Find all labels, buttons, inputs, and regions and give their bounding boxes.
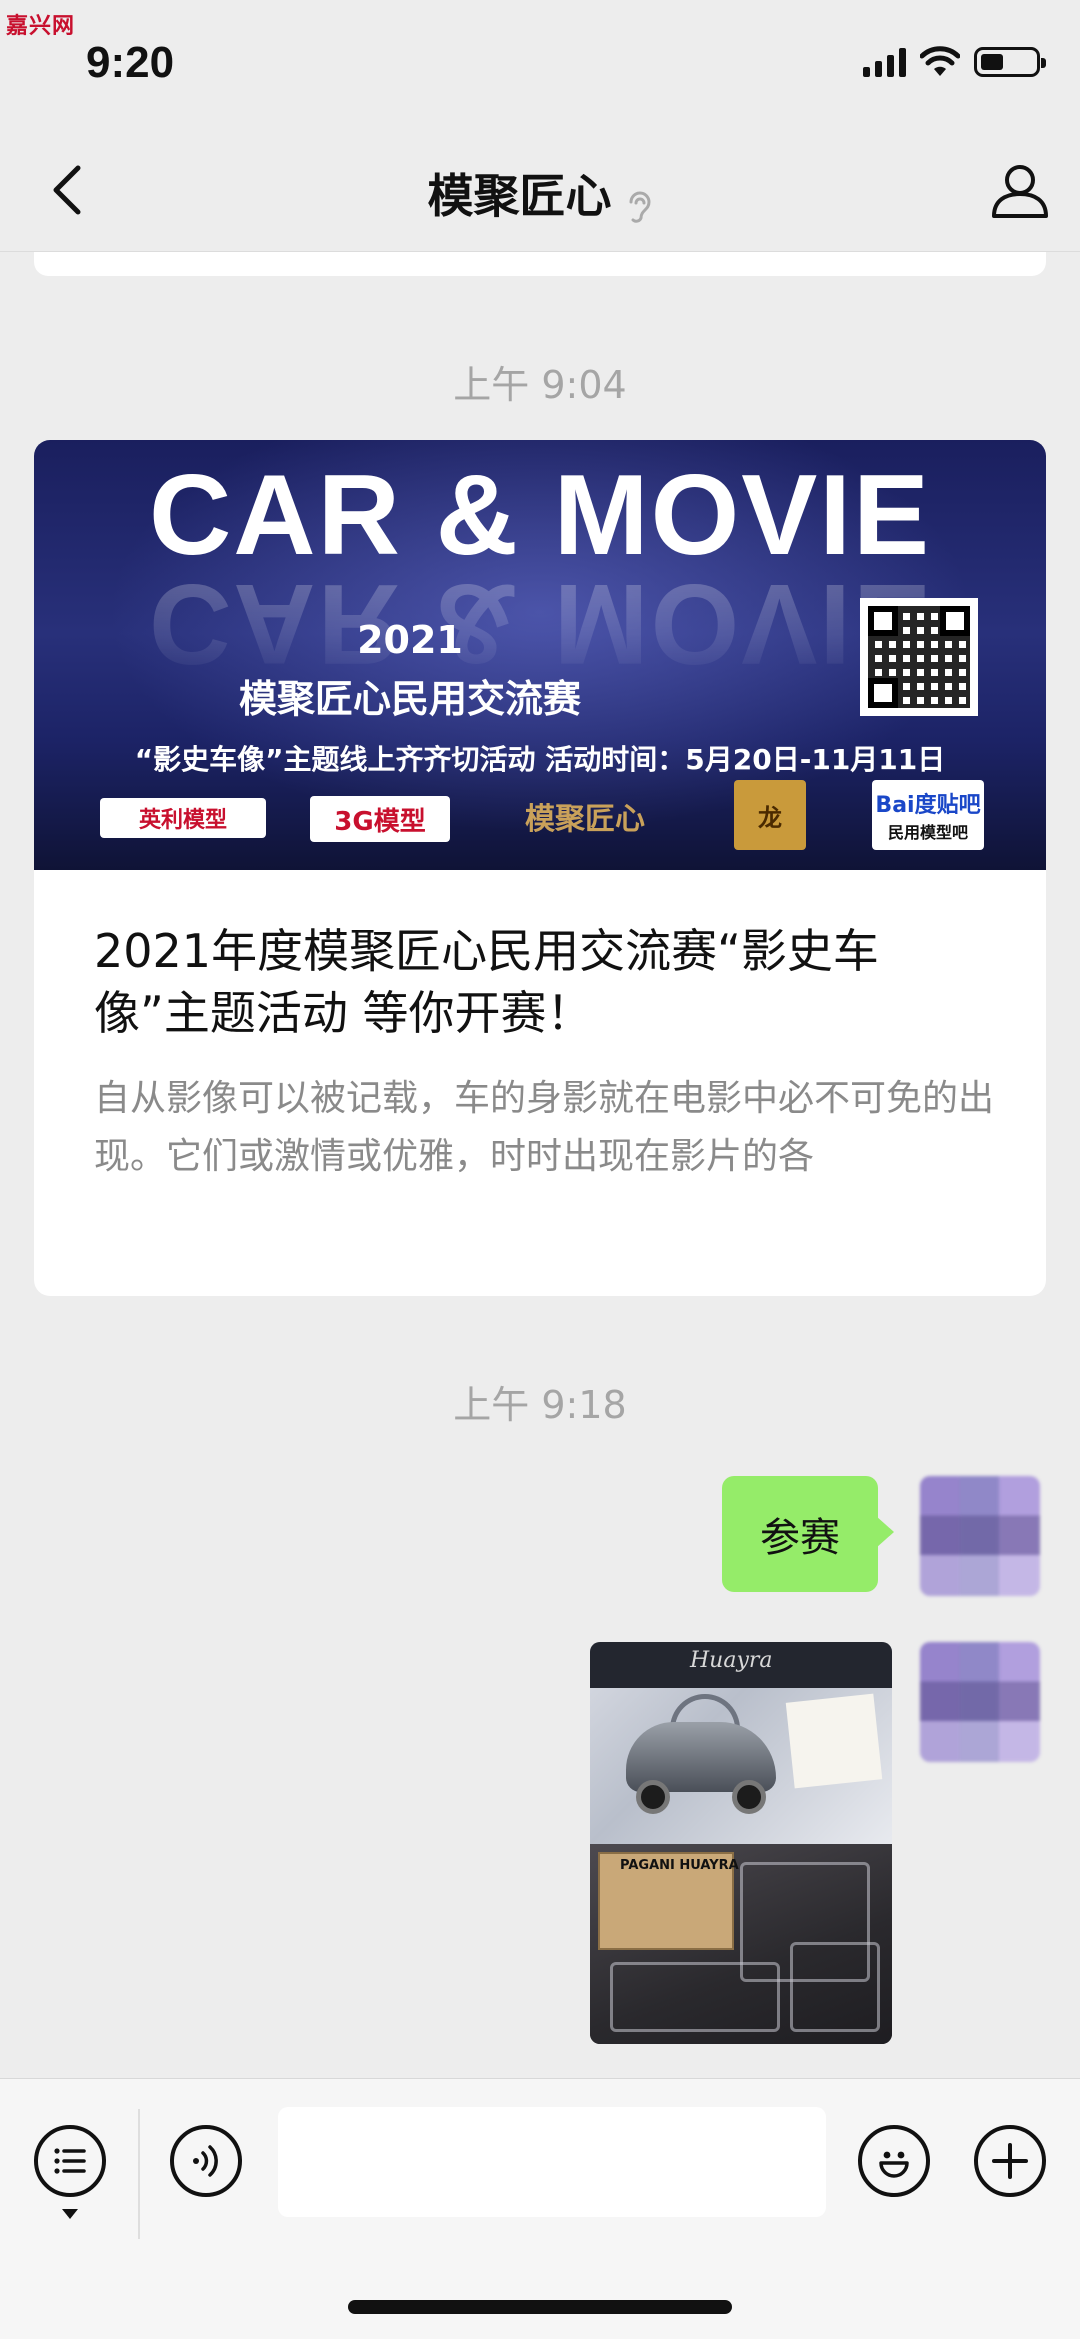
article-card[interactable]: CAR & MOVIE CAR & MOVIE 2021 模聚匠心民用交流赛 “… <box>34 440 1046 1296</box>
previous-article-card[interactable] <box>34 252 1046 276</box>
home-indicator <box>348 2300 732 2314</box>
chat-info-button[interactable] <box>988 158 1052 222</box>
manual-label: PAGANI HUAYRA <box>620 1858 739 1873</box>
message-text: 参赛 <box>760 1515 840 1561</box>
sponsor-logo: 3G模型 <box>310 796 450 842</box>
input-divider <box>138 2109 140 2239</box>
wifi-icon <box>920 46 960 76</box>
status-time: 9:20 <box>86 38 175 87</box>
sponsor-logo: 龙 <box>734 780 806 850</box>
message-timestamp: 上午 9:18 <box>453 1383 627 1427</box>
banner-subtitle: 模聚匠心民用交流赛 <box>238 677 581 721</box>
sent-image-message[interactable]: Huayra PAGANI HUAYRA <box>590 1642 892 2044</box>
voice-input-button[interactable] <box>170 2125 242 2197</box>
chat-header: 模聚匠心 <box>0 130 1080 252</box>
handwritten-note <box>785 1693 883 1789</box>
self-avatar[interactable] <box>920 1642 1040 1762</box>
sponsor-logos: 英利模型 3G模型 模聚匠心 龙 Bai度贴吧 民用模型吧 <box>34 780 1046 860</box>
sponsor-logo: Bai度贴吧 民用模型吧 <box>872 780 984 850</box>
box-brand-text: Huayra <box>690 1648 773 1673</box>
article-banner-image: CAR & MOVIE CAR & MOVIE 2021 模聚匠心民用交流赛 “… <box>34 440 1046 870</box>
article-summary: 自从影像可以被记载，车的身影就在电影中必不可免的出现。它们或激情或优雅，时时出现… <box>94 1078 995 1177</box>
self-avatar[interactable] <box>920 1476 1040 1596</box>
banner-activity-text: “影史车像”主题线上齐齐切活动 活动时间：5月20日-11月11日 <box>134 743 946 776</box>
list-menu-icon <box>54 2148 86 2174</box>
chat-title: 模聚匠心 <box>427 169 612 223</box>
message-input[interactable] <box>278 2107 826 2217</box>
voice-icon <box>193 2145 218 2177</box>
emoji-button[interactable] <box>858 2125 930 2197</box>
article-title: 2021年度模聚匠心民用交流赛“影史车像”主题活动 等你开赛！ <box>94 924 879 1040</box>
person-icon <box>992 165 1048 218</box>
chat-title-area: 模聚匠心 <box>0 160 1080 228</box>
signal-icon <box>863 47 906 77</box>
smiley-icon <box>879 2151 909 2178</box>
sponsor-logo-name: Bai度贴吧 <box>875 793 981 818</box>
qr-code-icon <box>860 598 978 716</box>
battery-icon <box>974 47 1046 77</box>
status-icons <box>863 46 1046 78</box>
sent-message-bubble[interactable]: 参赛 <box>722 1476 894 1592</box>
sponsor-logo: 英利模型 <box>100 798 266 838</box>
more-actions-button[interactable] <box>974 2125 1046 2197</box>
menu-toggle-button[interactable] <box>34 2125 106 2197</box>
status-bar: 嘉兴网 9:20 <box>0 0 1080 130</box>
ear-icon <box>629 191 651 223</box>
plus-icon <box>992 2143 1028 2179</box>
message-timestamp: 上午 9:04 <box>453 363 627 407</box>
caret-down-icon <box>62 2209 78 2219</box>
sponsor-logo-sub: 民用模型吧 <box>887 823 968 842</box>
banner-year: 2021 <box>357 618 463 662</box>
watermark-logo: 嘉兴网 <box>6 14 76 39</box>
sponsor-logo: 模聚匠心 <box>525 802 645 837</box>
